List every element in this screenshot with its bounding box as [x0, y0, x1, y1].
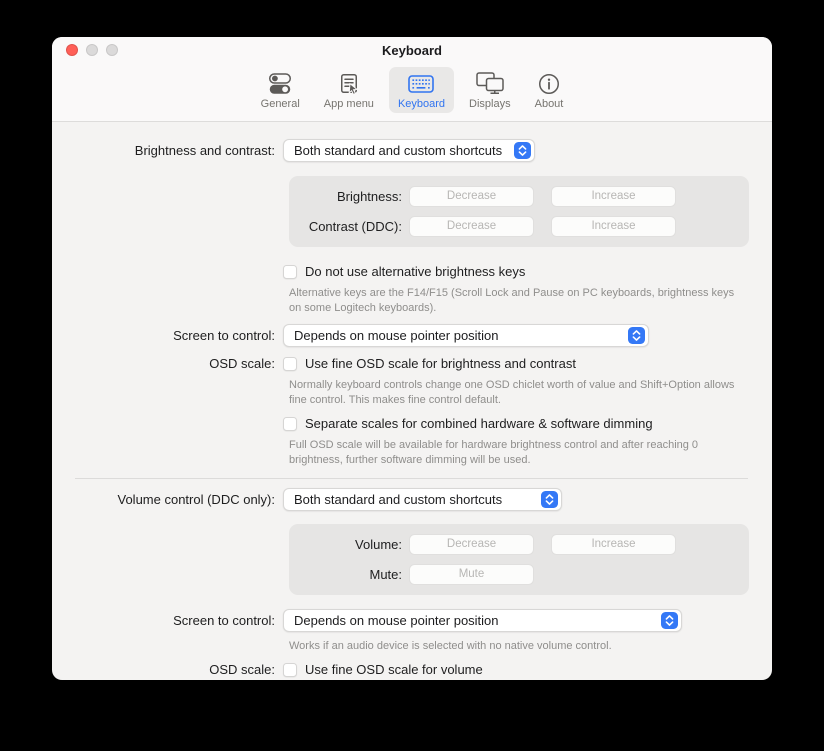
- alt-brightness-keys-row: Do not use alternative brightness keys: [52, 264, 772, 279]
- close-button[interactable]: [66, 44, 78, 56]
- fine-osd-brightness-label: Use fine OSD scale for brightness and co…: [305, 356, 576, 371]
- alt-brightness-keys-checkbox[interactable]: [283, 265, 297, 279]
- brightness-shortcuts-row: Brightness and contrast: Both standard a…: [52, 139, 772, 162]
- volume-osd-scale-row: OSD scale: Use fine OSD scale for volume: [52, 662, 772, 677]
- toggles-icon: [267, 71, 293, 96]
- toolbar-tab-keyboard[interactable]: Keyboard: [389, 67, 454, 113]
- brightness-screen-popup[interactable]: Depends on mouse pointer position: [283, 324, 649, 347]
- volume-shortcuts-row: Volume control (DDC only): Both standard…: [52, 488, 772, 511]
- separate-scales-help: Full OSD scale will be available for har…: [289, 438, 744, 468]
- menu-document-cursor-icon: [337, 71, 361, 96]
- mute-button[interactable]: Mute: [409, 564, 534, 585]
- toolbar-tab-app-menu[interactable]: App menu: [315, 67, 383, 113]
- window-title: Keyboard: [52, 37, 772, 65]
- osd-scale-label: OSD scale:: [52, 662, 283, 677]
- brightness-screen-row: Screen to control: Depends on mouse poin…: [52, 324, 772, 347]
- titlebar[interactable]: Keyboard: [52, 37, 772, 63]
- volume-shortcuts-popup[interactable]: Both standard and custom shortcuts: [283, 488, 562, 511]
- brightness-increase-button[interactable]: Increase: [551, 186, 676, 207]
- toolbar-tab-label: Keyboard: [398, 98, 445, 110]
- separate-scales-label: Separate scales for combined hardware & …: [305, 416, 653, 431]
- volume-buttons-row: Volume: Decrease Increase: [289, 534, 749, 555]
- popup-selected-value: Both standard and custom shortcuts: [294, 492, 508, 507]
- preferences-window: Keyboard General: [52, 37, 772, 680]
- toolbar-tab-about[interactable]: About: [526, 67, 573, 113]
- volume-screen-row: Screen to control: Depends on mouse poin…: [52, 609, 772, 632]
- contrast-decrease-button[interactable]: Decrease: [409, 216, 534, 237]
- volume-screen-help: Works if an audio device is selected wit…: [289, 639, 744, 654]
- minimize-button: [86, 44, 98, 56]
- keyboard-settings-pane: Brightness and contrast: Both standard a…: [52, 122, 772, 677]
- fine-osd-brightness-checkbox[interactable]: [283, 357, 297, 371]
- popup-selected-value: Both standard and custom shortcuts: [294, 143, 508, 158]
- popup-stepper-icon: [628, 327, 645, 344]
- volume-decrease-button[interactable]: Decrease: [409, 534, 534, 555]
- toolbar: General App menu: [52, 63, 772, 121]
- displays-icon: [476, 71, 504, 96]
- contrast-buttons-row: Contrast (DDC): Decrease Increase: [289, 216, 749, 237]
- brightness-buttons-row: Brightness: Decrease Increase: [289, 186, 749, 207]
- mute-button-row: Mute: Mute: [289, 564, 749, 585]
- brightness-shortcut-buttons-panel: Brightness: Decrease Increase Contrast (…: [289, 176, 749, 247]
- fine-osd-volume-checkbox[interactable]: [283, 663, 297, 677]
- brightness-screen-label: Screen to control:: [52, 328, 283, 343]
- brightness-shortcuts-label: Brightness and contrast:: [52, 143, 283, 158]
- separate-scales-row: Separate scales for combined hardware & …: [52, 416, 772, 431]
- traffic-lights: [66, 44, 118, 56]
- section-divider: [75, 478, 748, 479]
- popup-stepper-icon: [661, 612, 678, 629]
- popup-selected-value: Depends on mouse pointer position: [294, 613, 505, 628]
- contrast-increase-button[interactable]: Increase: [551, 216, 676, 237]
- volume-screen-popup[interactable]: Depends on mouse pointer position: [283, 609, 682, 632]
- mute-row-label: Mute:: [289, 567, 409, 582]
- alt-brightness-keys-label: Do not use alternative brightness keys: [305, 264, 525, 279]
- toolbar-tab-label: App menu: [324, 98, 374, 110]
- keyboard-icon: [408, 71, 434, 96]
- toolbar-tab-label: Displays: [469, 98, 511, 110]
- alt-brightness-keys-help: Alternative keys are the F14/F15 (Scroll…: [289, 286, 744, 316]
- volume-shortcuts-label: Volume control (DDC only):: [52, 492, 283, 507]
- toolbar-tab-label: About: [535, 98, 564, 110]
- brightness-row-label: Brightness:: [289, 189, 409, 204]
- fine-osd-brightness-help: Normally keyboard controls change one OS…: [289, 378, 744, 408]
- zoom-button: [106, 44, 118, 56]
- volume-screen-label: Screen to control:: [52, 613, 283, 628]
- osd-scale-label: OSD scale:: [52, 356, 283, 371]
- brightness-osd-scale-row: OSD scale: Use fine OSD scale for bright…: [52, 356, 772, 371]
- volume-shortcut-buttons-panel: Volume: Decrease Increase Mute: Mute: [289, 524, 749, 595]
- brightness-decrease-button[interactable]: Decrease: [409, 186, 534, 207]
- popup-selected-value: Depends on mouse pointer position: [294, 328, 505, 343]
- fine-osd-volume-label: Use fine OSD scale for volume: [305, 662, 483, 677]
- toolbar-tab-displays[interactable]: Displays: [460, 67, 520, 113]
- volume-increase-button[interactable]: Increase: [551, 534, 676, 555]
- popup-stepper-icon: [514, 142, 531, 159]
- contrast-row-label: Contrast (DDC):: [289, 219, 409, 234]
- toolbar-tab-label: General: [261, 98, 300, 110]
- info-icon: [537, 71, 561, 96]
- window-header: Keyboard General: [52, 37, 772, 122]
- brightness-shortcuts-popup[interactable]: Both standard and custom shortcuts: [283, 139, 535, 162]
- volume-row-label: Volume:: [289, 537, 409, 552]
- popup-stepper-icon: [541, 491, 558, 508]
- separate-scales-checkbox[interactable]: [283, 417, 297, 431]
- toolbar-tab-general[interactable]: General: [252, 67, 309, 113]
